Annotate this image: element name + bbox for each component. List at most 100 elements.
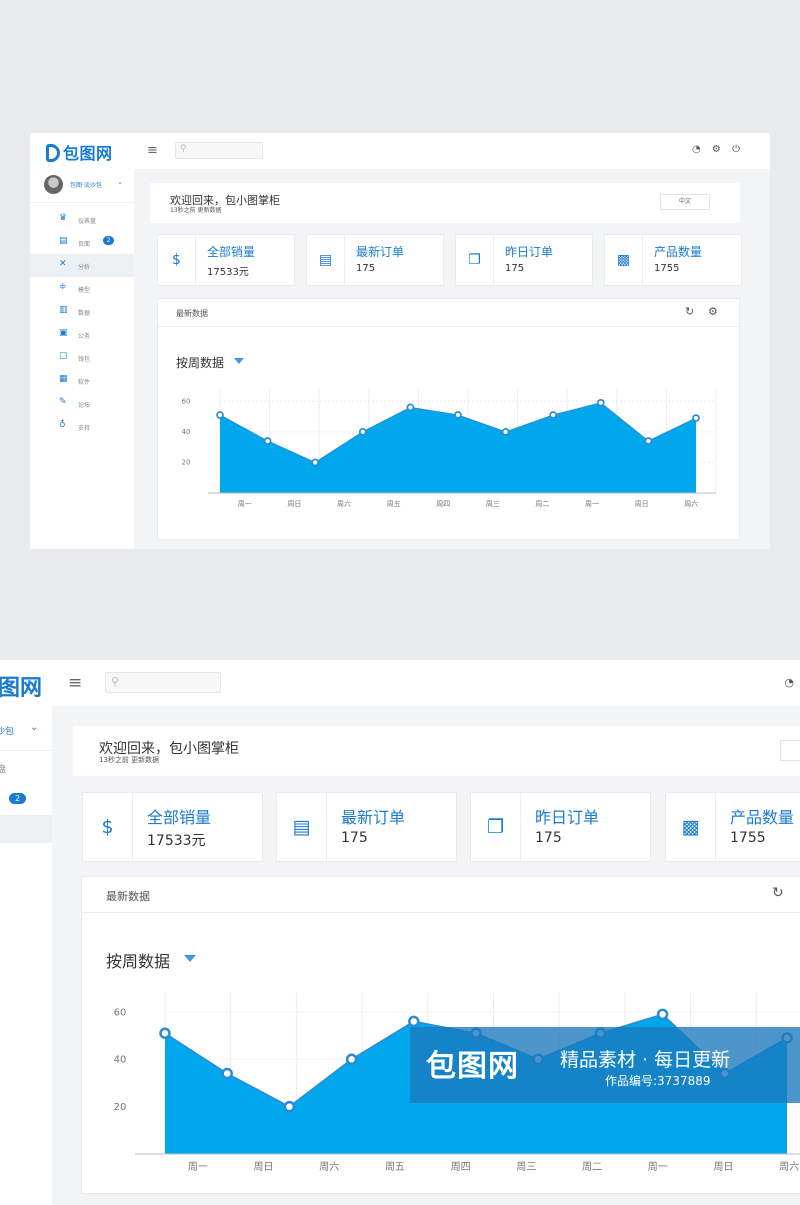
chevron-down-icon[interactable]: ⌄ [30, 722, 38, 733]
sidebar-item-label: 分析 [78, 264, 91, 271]
x-tick-label: 周三 [516, 1161, 536, 1173]
page-icon: ▤ [59, 236, 68, 246]
chevron-down-icon[interactable]: ⌄ [117, 178, 123, 186]
sidebar-item-dashboard[interactable]: 盘 [0, 762, 6, 775]
language-select[interactable]: 中文 [660, 194, 710, 210]
notification-icon[interactable]: ◔ [692, 144, 701, 155]
data-point [345, 1053, 358, 1066]
stat-value: 1755 [654, 263, 680, 274]
top-bar: 包图网 ≡ ⚲ ◔ ⚙ ⏻ [30, 133, 770, 169]
x-tick-label: 周日 [713, 1161, 733, 1173]
caret-down-icon[interactable] [234, 358, 244, 364]
stat-card-new-orders[interactable]: ▤ 最新订单 175 [276, 792, 457, 862]
power-icon[interactable]: ⏻ [732, 144, 740, 155]
panel-header: 最新数据 ↻ ⚙ [158, 299, 739, 327]
stat-title: 昨日订单 [505, 245, 554, 259]
sidebar-item-wallet[interactable]: ▢ 钱包 [30, 346, 134, 369]
top-icons: ◔ ⚙ ⏻ [684, 144, 740, 155]
stat-value: 1755 [730, 830, 766, 846]
data-point [549, 411, 558, 419]
stat-card-yesterday-orders[interactable]: ❐ 昨日订单 175 [455, 234, 593, 286]
refresh-icon[interactable]: ↻ [772, 885, 784, 901]
refresh-icon[interactable]: ↻ [685, 305, 694, 318]
stat-value: 175 [341, 830, 368, 846]
sidebar-item-label: 页面 [78, 241, 91, 248]
x-tick-label: 周六 [337, 499, 351, 508]
user-name: 沙包 [0, 727, 15, 737]
sidebar-item-label: 数据 [78, 310, 91, 317]
x-tick-label: 周一 [188, 1161, 208, 1173]
sidebar-item-support[interactable]: ♁ 支持 [30, 415, 134, 438]
watermark-title: 精品素材 · 每日更新 [560, 1049, 731, 1071]
sidebar-item-business[interactable]: ▣ 公务 [30, 323, 134, 346]
panel-title: 最新数据 [106, 890, 150, 903]
x-tick-label: 周一 [648, 1161, 668, 1173]
x-tick-label: 周五 [385, 1161, 405, 1173]
data-point [358, 427, 367, 436]
edit-icon: ✎ [59, 397, 67, 407]
stat-value: 17533元 [207, 267, 249, 278]
gear-icon[interactable]: ⚙ [712, 144, 721, 155]
crown-icon: ♛ [59, 213, 68, 223]
wallet-icon: ▢ [59, 351, 68, 361]
period-dropdown[interactable]: 按周数据 [176, 354, 224, 371]
search-input[interactable]: ⚲ [175, 142, 263, 159]
stat-card-total-sales[interactable]: $ 全部销量 17533元 [157, 234, 295, 286]
dashboard-frame-full: 包图网 ≡ ⚲ ◔ ⚙ ⏻ 包图·淡沙包 ⌄ ♛ 仪表盘 ▤ 页面 2 ✕ 分析 ≑ 模型… [30, 133, 770, 549]
search-input[interactable]: ⚲ [105, 672, 221, 693]
bar-chart-icon: ▥ [59, 305, 68, 315]
data-point [159, 1027, 171, 1039]
menu-toggle-icon[interactable]: ≡ [68, 673, 82, 693]
gear-icon[interactable]: ⚙ [708, 305, 718, 318]
stat-card-new-orders[interactable]: ▤ 最新订单 175 [306, 234, 444, 286]
notification-icon[interactable]: ◔ [784, 676, 794, 689]
stat-title: 昨日订单 [535, 808, 600, 827]
sidebar-item-forum[interactable]: ✎ 论坛 [30, 392, 134, 415]
y-tick-label: 20 [182, 459, 191, 467]
sidebar-item-models[interactable]: ≑ 模型 [30, 277, 134, 300]
y-tick-label: 40 [182, 428, 191, 436]
x-tick-label: 周五 [387, 500, 401, 508]
clipboard-icon: ▤ [277, 793, 327, 861]
caret-down-icon[interactable] [184, 955, 196, 962]
data-point [283, 1100, 296, 1113]
data-point [216, 411, 224, 419]
stat-card-product-count[interactable]: ▩ 产品数量 1755 [665, 792, 800, 862]
logo[interactable]: 图网 [0, 670, 42, 702]
x-tick-label: 周日 [635, 500, 649, 508]
y-tick-label: 20 [114, 1102, 127, 1113]
search-icon: ⚲ [111, 675, 120, 688]
stat-value: 17533元 [147, 833, 206, 849]
sidebar-item-pages[interactable]: ▤ 页面 2 [30, 231, 134, 254]
period-dropdown[interactable]: 按周数据 [106, 948, 170, 972]
user-menu[interactable]: 包图·淡沙包 ⌄ [30, 169, 134, 203]
logo[interactable]: 包图网 [46, 140, 113, 164]
sidebar-item-analysis[interactable]: ✕ 分析 [30, 254, 134, 277]
data-point [408, 1015, 420, 1028]
x-tick-label: 周日 [254, 1161, 274, 1173]
stat-card-product-count[interactable]: ▩ 产品数量 1755 [604, 234, 742, 286]
x-tick-label: 周二 [582, 1161, 602, 1173]
windows-icon: ❐ [471, 793, 521, 861]
sidebar-item-analysis[interactable] [0, 815, 52, 843]
stat-card-total-sales[interactable]: $ 全部销量 17533元 [82, 792, 263, 862]
sidebar-item-software[interactable]: ▦ 软件 [30, 369, 134, 392]
welcome-card: 欢迎回来，包小图掌柜 13秒之前 更新数据 [73, 726, 800, 776]
menu-toggle-icon[interactable]: ≡ [147, 143, 158, 158]
divider [0, 750, 52, 751]
briefcase-icon: ▣ [59, 328, 68, 338]
stat-title: 产品数量 [654, 245, 703, 259]
count-badge: 2 [103, 236, 114, 245]
stat-title: 最新订单 [341, 808, 406, 827]
sidebar-item-label: 公务 [78, 333, 91, 340]
sidebar-item-data[interactable]: ▥ 数据 [30, 300, 134, 323]
stat-title: 全部销量 [147, 808, 212, 827]
data-point [454, 411, 462, 419]
panel-header: 最新数据 ↻ [82, 877, 800, 913]
x-tick-label: 周一 [585, 500, 599, 508]
stat-value: 175 [356, 263, 376, 274]
stat-card-yesterday-orders[interactable]: ❐ 昨日订单 175 [470, 792, 651, 862]
sliders-icon: ≑ [59, 282, 67, 292]
language-select[interactable] [780, 740, 800, 761]
sidebar-item-dashboard[interactable]: ♛ 仪表盘 [30, 208, 134, 231]
